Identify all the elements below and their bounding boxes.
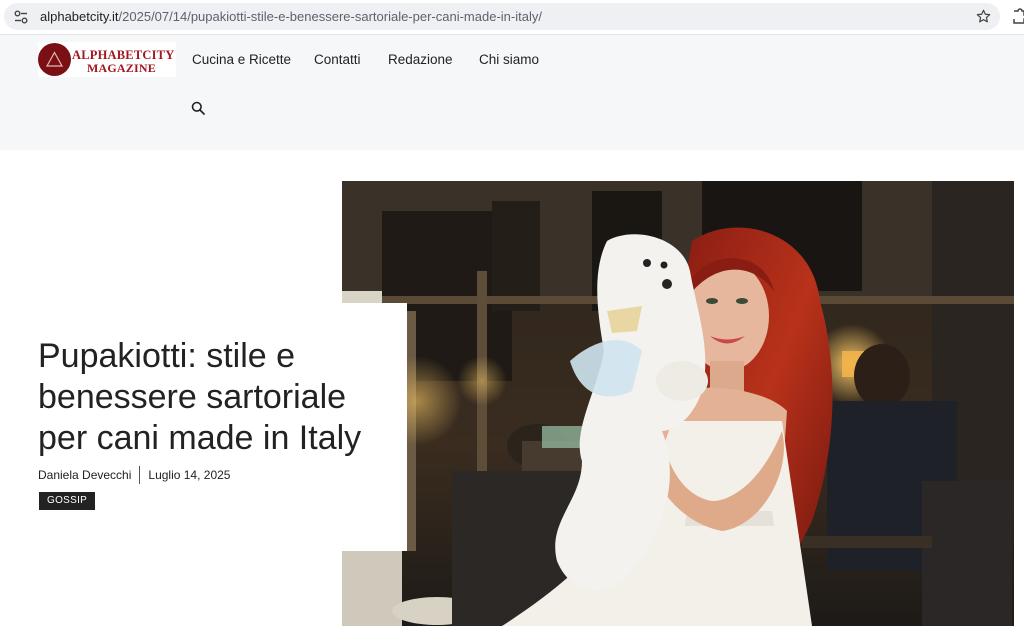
site-logo[interactable]: ALPHABETCITY MAGAZINE — [38, 42, 176, 77]
url-host: alphabetcity.it — [40, 9, 119, 24]
nav-item-chi-siamo[interactable]: Chi siamo — [479, 52, 539, 67]
logo-text-bottom: MAGAZINE — [87, 61, 156, 75]
article-title[interactable]: Pupakiotti: stile e benessere sartoriale… — [38, 336, 388, 459]
extension-icon[interactable] — [1012, 8, 1024, 24]
publish-date: Luglio 14, 2025 — [148, 468, 231, 482]
star-icon[interactable] — [975, 8, 992, 25]
url-path: /2025/07/14/pupakiotti-stile-e-benessere… — [118, 9, 542, 24]
author-link[interactable]: Daniela Devecchi — [38, 468, 131, 482]
url-text[interactable]: alphabetcity.it/2025/07/14/pupakiotti-st… — [40, 9, 542, 25]
hero-image — [342, 181, 1014, 626]
category-badge[interactable]: GOSSIP — [39, 492, 96, 510]
tune-icon[interactable] — [13, 9, 29, 25]
nav-item-cucina-e-ricette[interactable]: Cucina e Ricette — [192, 52, 291, 67]
nav-item-contatti[interactable]: Contatti — [314, 52, 361, 67]
article-meta: Daniela Devecchi Luglio 14, 2025 — [38, 466, 230, 484]
site-header: ALPHABETCITY MAGAZINE Cucina e Ricette C… — [0, 34, 1024, 150]
meta-divider — [139, 466, 141, 484]
browser-toolbar: alphabetcity.it/2025/07/14/pupakiotti-st… — [0, 0, 1024, 34]
nav-item-redazione[interactable]: Redazione — [388, 52, 453, 67]
search-icon[interactable] — [191, 101, 205, 115]
address-bar[interactable]: alphabetcity.it/2025/07/14/pupakiotti-st… — [4, 3, 1000, 30]
logo-triangle-icon — [38, 43, 71, 76]
